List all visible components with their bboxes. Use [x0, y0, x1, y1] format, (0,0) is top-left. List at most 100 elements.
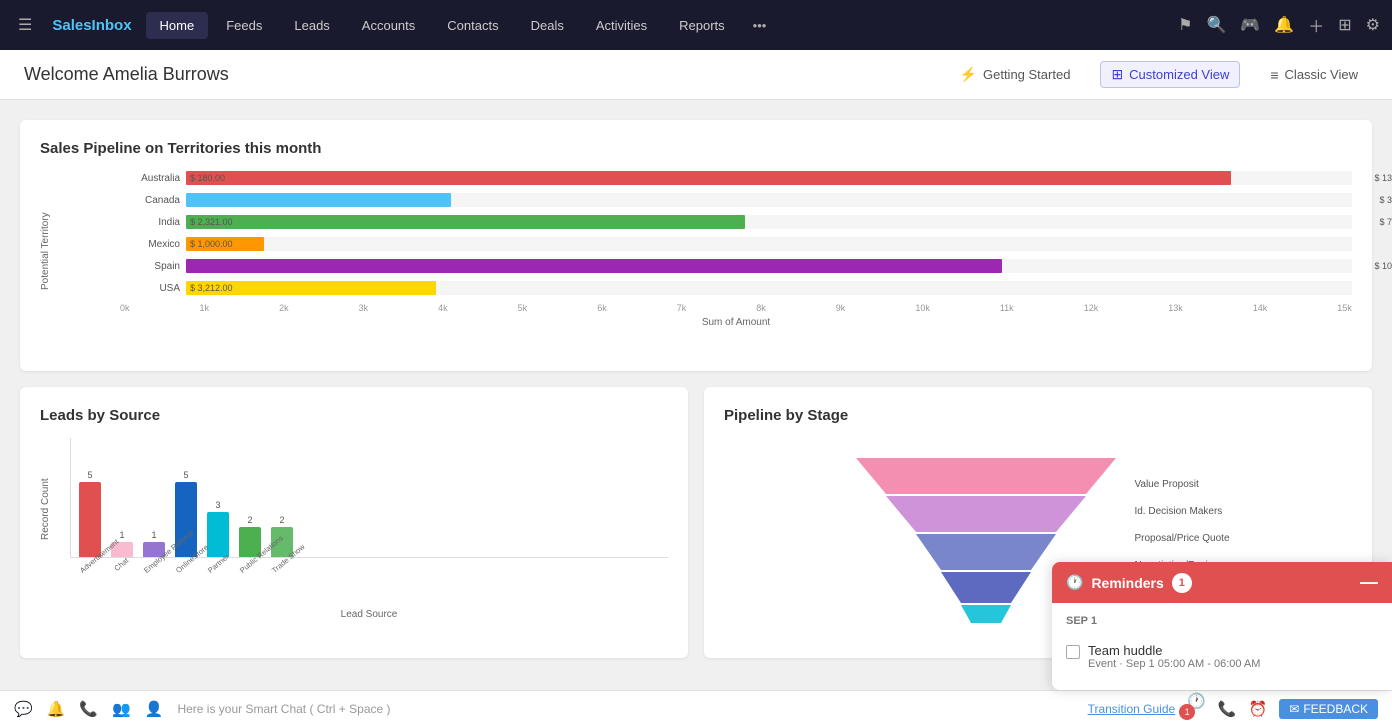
- hbar-x-label: Sum of Amount: [120, 317, 1352, 328]
- hbar-label-australia: Australia: [120, 173, 180, 184]
- phone-icon[interactable]: 📞: [79, 700, 98, 718]
- flag-icon[interactable]: ⚑: [1178, 15, 1192, 35]
- nav-reports[interactable]: Reports: [665, 12, 739, 39]
- feedback-btn[interactable]: ✉ FEEDBACK: [1279, 699, 1378, 719]
- hbar-row-spain: Spain $ 10,500.00: [120, 259, 1352, 273]
- gamepad-icon[interactable]: 🎮: [1240, 15, 1260, 35]
- hbar-val-india: $ 7,184.00: [1379, 217, 1392, 227]
- nav-accounts[interactable]: Accounts: [348, 12, 429, 39]
- hbar-val-canada: $ 3,400.00: [1379, 195, 1392, 205]
- grid-icon: ⊞: [1111, 66, 1123, 83]
- hamburger-icon[interactable]: ☰: [12, 9, 38, 41]
- vbar-x-labels: Advertisement Chat Employee Referral Onl…: [70, 558, 668, 581]
- nav-deals[interactable]: Deals: [517, 12, 578, 39]
- group-icon[interactable]: 👥: [112, 700, 131, 718]
- vbar-y-axis: Record Count: [40, 438, 51, 580]
- classic-view-label: Classic View: [1285, 67, 1358, 82]
- hbar-row-mexico: Mexico $ 1,000.00: [120, 237, 1352, 251]
- vbar-body: 5 1 1: [70, 438, 668, 558]
- hbar-body: Australia $ 180.00 $ 13,440.00 Canada $ …: [120, 171, 1352, 328]
- bottom-notif-badge: 1: [1179, 704, 1195, 720]
- nav-leads[interactable]: Leads: [280, 12, 343, 39]
- flash-icon: ⚡: [960, 66, 977, 83]
- list-icon: ≡: [1270, 67, 1278, 83]
- hbar-track-canada: $ 3,400.00: [186, 193, 1352, 207]
- bottom-bar: 💬 🔔 📞 👥 👤 Here is your Smart Chat ( Ctrl…: [0, 690, 1392, 726]
- reminder-item-0: Team huddle Event · Sep 1 05:00 AM - 06:…: [1066, 635, 1378, 678]
- settings-icon[interactable]: ⚙: [1366, 15, 1380, 35]
- reminders-badge: 1: [1172, 573, 1192, 593]
- apps-icon[interactable]: ⊞: [1338, 15, 1351, 35]
- customized-view-label: Customized View: [1129, 67, 1229, 82]
- hbar-x-ticks: 0k1k2k3k4k5k6k7k8k9k10k11k12k13k14k15k: [120, 303, 1352, 313]
- bottom-phone-icon[interactable]: 📞: [1218, 700, 1237, 718]
- nav-feeds[interactable]: Feeds: [212, 12, 276, 39]
- reminder-title-0: Team huddle: [1088, 643, 1260, 658]
- plus-icon[interactable]: ＋: [1308, 13, 1324, 37]
- chat-icon[interactable]: 💬: [14, 700, 33, 718]
- alarm-icon[interactable]: 🔔: [47, 700, 66, 718]
- hbar-track-usa: $ 3,212.00: [186, 281, 1352, 295]
- sub-header: Welcome Amelia Burrows ⚡ Getting Started…: [0, 50, 1392, 100]
- hbar-y-axis-label: Potential Territory: [40, 171, 51, 331]
- nav-activities[interactable]: Activities: [582, 12, 661, 39]
- reminder-checkbox-0[interactable]: [1066, 645, 1080, 659]
- brand-logo[interactable]: SalesInbox: [42, 11, 141, 40]
- sales-pipeline-title: Sales Pipeline on Territories this month: [40, 140, 1352, 157]
- hbar-label-mexico: Mexico: [120, 239, 180, 250]
- hbar-label-canada: Canada: [120, 195, 180, 206]
- hbar-inner-india: $ 2,321.00: [190, 217, 233, 227]
- customized-view-btn[interactable]: ⊞ Customized View: [1100, 61, 1240, 88]
- classic-view-btn[interactable]: ≡ Classic View: [1260, 63, 1368, 87]
- reminders-header: 🕐 Reminders 1 —: [1052, 562, 1392, 603]
- hbar-label-india: India: [120, 217, 180, 228]
- top-nav: ☰ SalesInbox Home Feeds Leads Accounts C…: [0, 0, 1392, 50]
- hbar-inner-australia: $ 180.00: [190, 173, 225, 183]
- getting-started-btn[interactable]: ⚡ Getting Started: [950, 62, 1081, 87]
- bell-icon[interactable]: 🔔: [1274, 15, 1294, 35]
- nav-more-icon[interactable]: •••: [743, 12, 777, 39]
- hbar-label-usa: USA: [120, 283, 180, 294]
- nav-action-icons: ⚑ 🔍 🎮 🔔 ＋ ⊞ ⚙: [1178, 13, 1380, 37]
- bottom-alarm-icon[interactable]: ⏰: [1249, 700, 1268, 718]
- transition-guide-link[interactable]: Transition Guide: [1088, 702, 1176, 716]
- hbar-track-mexico: $ 1,000.00: [186, 237, 1352, 251]
- vbar-x-axis-title: Lead Source: [70, 609, 668, 620]
- nav-contacts[interactable]: Contacts: [433, 12, 512, 39]
- funnel-label-1: Value Proposit: [1134, 479, 1229, 490]
- reminders-body: SEP 1 Team huddle Event · Sep 1 05:00 AM…: [1052, 603, 1392, 690]
- reminder-subtitle-0: Event · Sep 1 05:00 AM - 06:00 AM: [1088, 658, 1260, 670]
- funnel-label-2: Id. Decision Makers: [1134, 506, 1229, 517]
- feedback-label: FEEDBACK: [1303, 702, 1368, 716]
- leads-by-source-title: Leads by Source: [40, 407, 668, 424]
- getting-started-label: Getting Started: [983, 67, 1070, 82]
- hbar-val-australia: $ 13,440.00: [1374, 173, 1392, 183]
- bottom-notif-wrapper: 🕐 1: [1187, 692, 1206, 726]
- hbar-row-usa: USA $ 3,212.00: [120, 281, 1352, 295]
- hbar-track-australia: $ 180.00 $ 13,440.00: [186, 171, 1352, 185]
- hbar-row-india: India $ 2,321.00 $ 7,184.00: [120, 215, 1352, 229]
- bottom-right: Transition Guide 🕐 1 📞 ⏰ ✉ FEEDBACK: [1088, 692, 1378, 726]
- search-icon[interactable]: 🔍: [1206, 15, 1226, 35]
- reminders-date: SEP 1: [1066, 615, 1378, 627]
- user-icon[interactable]: 👤: [145, 700, 164, 718]
- welcome-text: Welcome Amelia Burrows: [24, 64, 934, 85]
- hbar-inner-mexico: $ 1,000.00: [190, 239, 233, 249]
- pipeline-by-stage-title: Pipeline by Stage: [724, 407, 1352, 424]
- sub-header-actions: ⚡ Getting Started ⊞ Customized View ≡ Cl…: [950, 61, 1368, 88]
- leads-by-source-card: Leads by Source Record Count 5 1: [20, 387, 688, 658]
- hbar-track-india: $ 2,321.00 $ 7,184.00: [186, 215, 1352, 229]
- nav-home[interactable]: Home: [146, 12, 209, 39]
- sales-pipeline-card: Sales Pipeline on Territories this month…: [20, 120, 1372, 371]
- reminders-minimize-btn[interactable]: —: [1360, 572, 1378, 593]
- hbar-track-spain: $ 10,500.00: [186, 259, 1352, 273]
- vbar-partner: 3: [207, 500, 229, 557]
- reminders-clock-icon: 🕐: [1066, 574, 1083, 591]
- vbar-advertisement: 5: [79, 470, 101, 557]
- hbar-inner-usa: $ 3,212.00: [190, 283, 233, 293]
- reminders-title: Reminders: [1091, 575, 1163, 591]
- funnel-label-3: Proposal/Price Quote: [1134, 533, 1229, 544]
- reminders-panel: 🕐 Reminders 1 — SEP 1 Team huddle Event …: [1052, 562, 1392, 690]
- hbar-val-spain: $ 10,500.00: [1374, 261, 1392, 271]
- feedback-mail-icon: ✉: [1289, 702, 1299, 716]
